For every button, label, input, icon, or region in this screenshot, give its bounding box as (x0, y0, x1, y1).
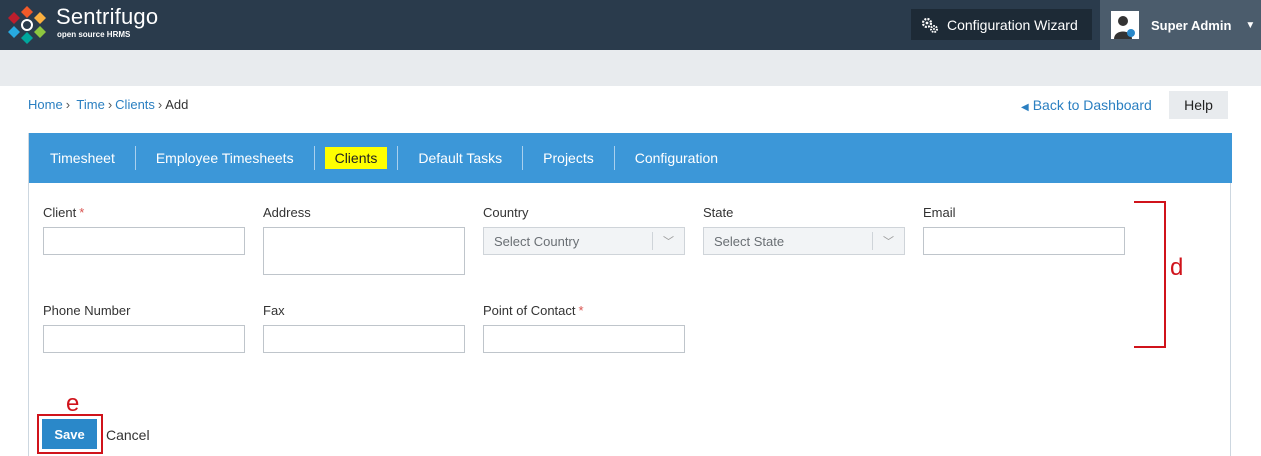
client-label: Client * (43, 205, 85, 220)
state-label: State (703, 205, 734, 220)
breadcrumb-time-link[interactable]: Time (76, 97, 104, 112)
required-marker: * (79, 205, 85, 220)
cancel-button[interactable]: Cancel (106, 427, 150, 443)
tab-label: Employee Timesheets (155, 150, 294, 166)
country-label: Country (483, 205, 529, 220)
sentrifugo-logo-icon (8, 6, 46, 44)
email-input[interactable] (923, 227, 1125, 255)
phone-field-group: Phone Number (43, 303, 245, 353)
fax-label: Fax (263, 303, 285, 318)
user-menu[interactable]: Super Admin ▼ (1100, 0, 1261, 50)
email-label: Email (923, 205, 956, 220)
breadcrumb-separator-icon: › (157, 97, 163, 112)
top-header: Sentrifugo open source HRMS Configuratio… (0, 0, 1261, 50)
breadcrumb-clients-link[interactable]: Clients (115, 97, 155, 112)
fax-input[interactable] (263, 325, 465, 353)
annotation-highlight-box (37, 414, 103, 454)
breadcrumb-separator-icon: › (107, 97, 113, 112)
tab-label: Projects (543, 150, 594, 166)
fax-field-group: Fax (263, 303, 465, 353)
client-field-group: Client * (43, 205, 245, 255)
configuration-wizard-label: Configuration Wizard (947, 16, 1078, 33)
breadcrumb-separator-icon: › (65, 97, 71, 112)
module-tab-bar: Timesheet Employee Timesheets Clients De… (29, 133, 1232, 183)
tab-timesheet[interactable]: Timesheet (29, 146, 136, 170)
required-marker: * (578, 303, 584, 318)
address-textarea[interactable] (263, 227, 465, 275)
tab-label: Configuration (634, 150, 719, 166)
annotation-label-d: d (1170, 254, 1184, 281)
email-field-group: Email (923, 205, 1125, 255)
back-to-dashboard-link[interactable]: ◀ Back to Dashboard (1021, 97, 1152, 113)
help-button[interactable]: Help (1169, 91, 1228, 119)
country-select-value: Select Country (494, 233, 580, 249)
tab-clients[interactable]: Clients (315, 146, 399, 170)
sub-header-band (0, 50, 1261, 86)
country-select[interactable]: Select Country ﹀ (483, 227, 685, 255)
brand-tagline: open source HRMS (57, 30, 131, 39)
clients-form-panel: Timesheet Employee Timesheets Clients De… (28, 133, 1232, 456)
state-select-value: Select State (714, 233, 785, 249)
address-label: Address (263, 205, 311, 220)
phone-number-label: Phone Number (43, 303, 131, 318)
tab-label: Default Tasks (418, 150, 503, 166)
point-of-contact-label: Point of Contact * (483, 303, 584, 318)
annotation-bracket (1134, 201, 1166, 348)
caret-left-icon: ◀ (1021, 102, 1029, 113)
chevron-down-icon: ﹀ (872, 232, 904, 250)
tab-label: Clients (324, 147, 388, 169)
back-to-dashboard-label: Back to Dashboard (1032, 97, 1152, 113)
breadcrumb: Home › Time › Clients › Add (28, 97, 188, 112)
tab-projects[interactable]: Projects (523, 146, 615, 170)
tab-employee-timesheets[interactable]: Employee Timesheets (136, 146, 315, 170)
gears-icon (921, 17, 938, 33)
tab-label: Timesheet (50, 150, 115, 166)
point-of-contact-field-group: Point of Contact * (483, 303, 685, 353)
phone-number-input[interactable] (43, 325, 245, 353)
tab-configuration[interactable]: Configuration (615, 146, 738, 170)
address-field-group: Address (263, 205, 465, 275)
caret-down-icon: ▼ (1245, 19, 1256, 31)
tab-default-tasks[interactable]: Default Tasks (398, 146, 524, 170)
user-avatar-icon (1114, 16, 1135, 39)
country-field-group: Country Select Country ﹀ (483, 205, 685, 255)
brand-name: Sentrifugo (56, 4, 159, 29)
avatar (1111, 11, 1139, 39)
state-select[interactable]: Select State ﹀ (703, 227, 905, 255)
breadcrumb-current: Add (165, 97, 189, 112)
state-field-group: State Select State ﹀ (703, 205, 905, 255)
chevron-down-icon: ﹀ (652, 232, 684, 250)
user-name: Super Admin (1151, 17, 1232, 33)
client-input[interactable] (43, 227, 245, 255)
breadcrumb-home-link[interactable]: Home (28, 97, 63, 112)
point-of-contact-input[interactable] (483, 325, 685, 353)
configuration-wizard-button[interactable]: Configuration Wizard (911, 9, 1092, 40)
